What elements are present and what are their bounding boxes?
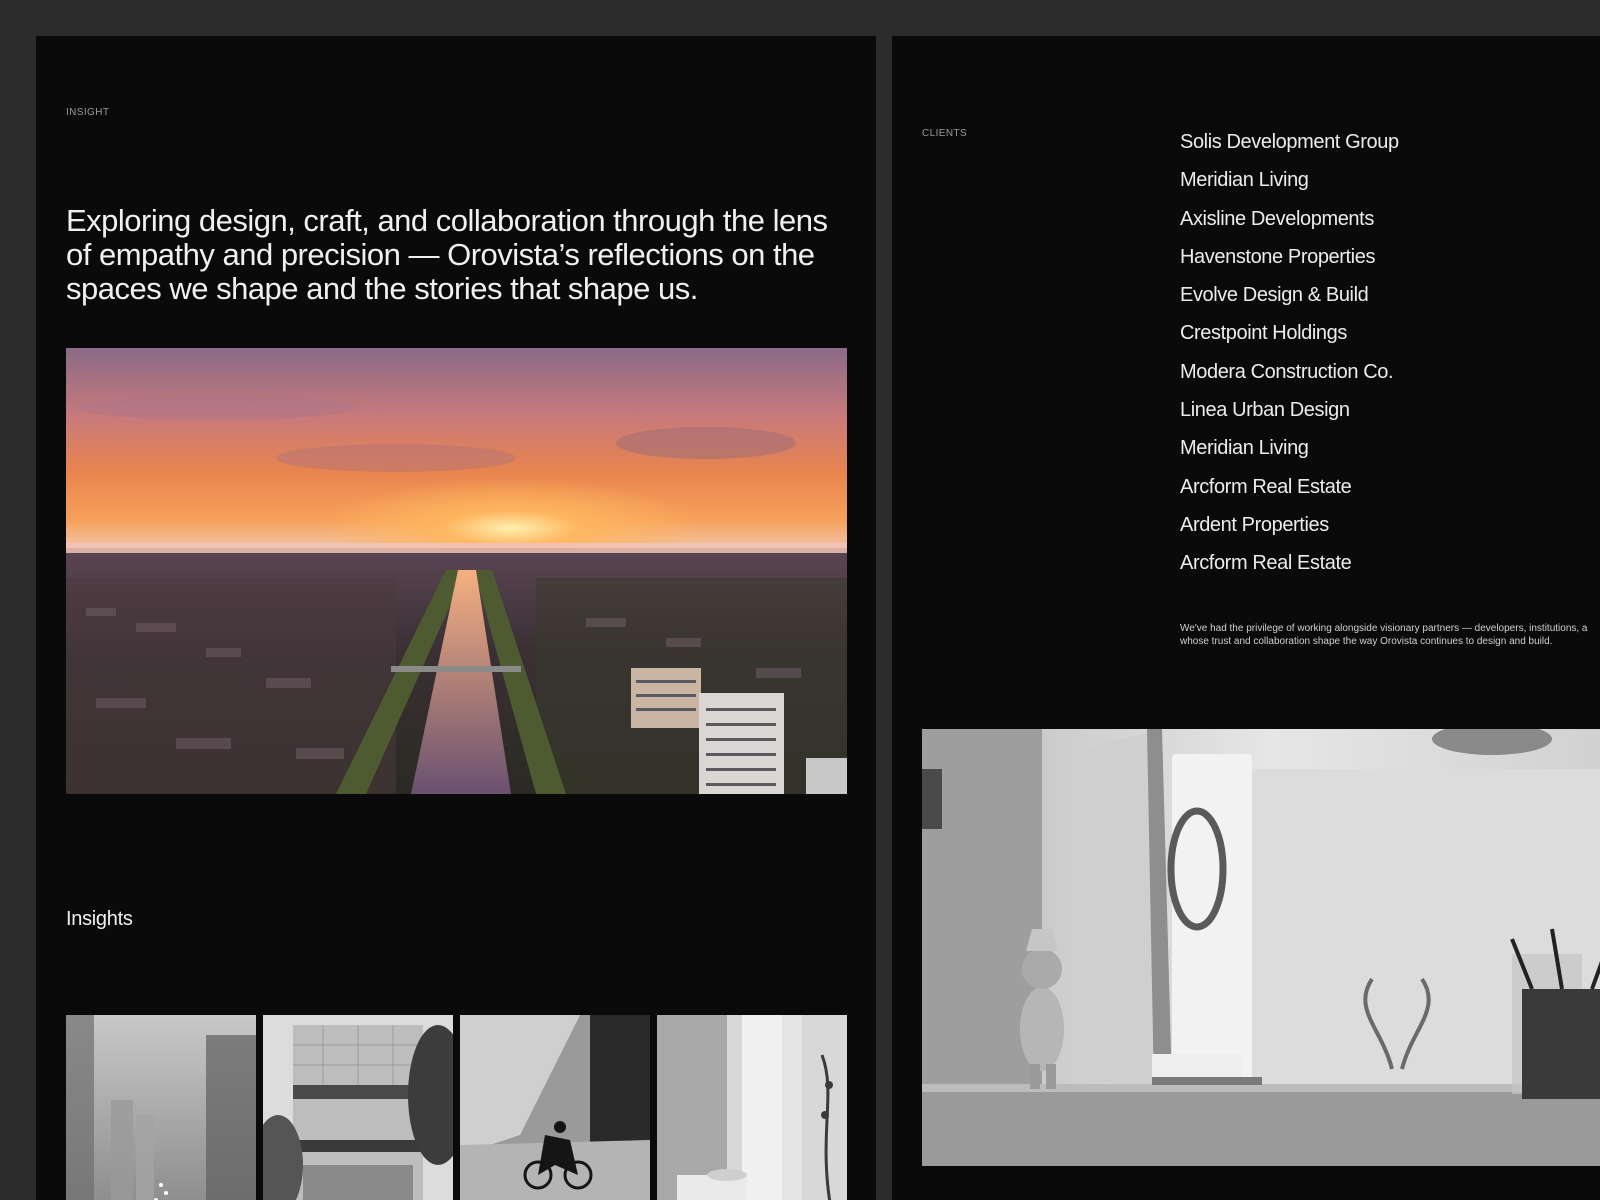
- hero-image-art: [66, 348, 847, 794]
- client-item: Solis Development Group: [1180, 131, 1399, 153]
- insights-thumbnails: [66, 1015, 847, 1200]
- office-desk-image: [922, 729, 1600, 1166]
- insights-section-title: Insights: [66, 908, 133, 930]
- client-item: Arcform Real Estate: [1180, 552, 1352, 575]
- insight-card-foggy-city[interactable]: [66, 1015, 256, 1200]
- client-item: Linea Urban Design: [1180, 399, 1350, 422]
- client-item: Modera Construction Co.: [1180, 360, 1394, 383]
- insight-eyebrow: INSIGHT: [66, 107, 110, 118]
- client-item: Meridian Living: [1180, 437, 1309, 460]
- foggy-city-image: [66, 1015, 256, 1200]
- client-item: Arcform Real Estate: [1180, 475, 1352, 498]
- insight-card-modern-building[interactable]: [263, 1015, 453, 1200]
- clients-panel: CLIENTS Solis Development Group Meridian…: [892, 36, 1600, 1200]
- hero-image-sunset-canal: [66, 348, 847, 794]
- clients-note-line-1: We've had the privilege of working along…: [1180, 623, 1588, 634]
- insight-card-interior[interactable]: [657, 1015, 847, 1200]
- clients-eyebrow: CLIENTS: [922, 128, 968, 139]
- client-list: Solis Development Group Meridian Living …: [1180, 123, 1399, 583]
- client-item: Meridian Living: [1180, 169, 1309, 192]
- office-desk-art: [922, 729, 1600, 1166]
- cyclist-image: [460, 1015, 650, 1200]
- interior-image: [657, 1015, 847, 1200]
- client-item: Havenstone Properties: [1180, 245, 1376, 268]
- client-item: Axisline Developments: [1180, 207, 1374, 230]
- insight-card-cyclist[interactable]: [460, 1015, 650, 1200]
- insight-panel: INSIGHT Exploring design, craft, and col…: [36, 36, 876, 1200]
- insight-headline: Exploring design, craft, and collaborati…: [66, 203, 828, 306]
- client-item: Crestpoint Holdings: [1180, 322, 1347, 345]
- clients-note: We've had the privilege of working along…: [1180, 622, 1600, 648]
- client-item: Ardent Properties: [1180, 513, 1329, 536]
- client-item: Evolve Design & Build: [1180, 284, 1369, 307]
- modern-building-image: [263, 1015, 453, 1200]
- clients-note-line-2: whose trust and collaboration shape the …: [1180, 636, 1553, 647]
